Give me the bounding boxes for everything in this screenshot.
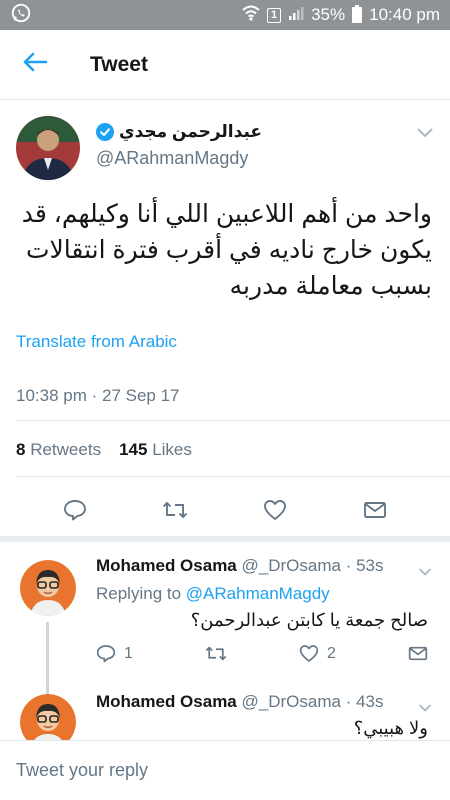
reply-dot: · [340,692,357,711]
reply-button[interactable] [55,492,95,528]
like-button[interactable] [255,492,295,528]
tweet-text: واحد من أهم اللاعبين اللي أنا وكيلهم، قد… [21,200,432,300]
retweets-stat[interactable]: 8 Retweets [16,440,101,460]
reply-age: 53s [356,556,384,575]
retweets-label: Retweets [30,440,102,459]
divider [16,420,450,421]
reply-composer [0,740,450,800]
page-title: Tweet [90,52,148,76]
retweet-icon [205,646,227,661]
envelope-icon [364,502,386,518]
reply-input[interactable] [16,760,416,781]
reply-text: صالح جمعة يا كابتن عبدالرحمن؟ [190,610,428,630]
reply-retweet-button[interactable] [205,645,227,662]
top-bar: Tweet [0,30,450,100]
status-left [10,2,32,29]
reply-reply-count: 1 [124,644,133,662]
author-avatar[interactable] [16,116,80,180]
reply-author-handle[interactable]: @_DrOsama [242,556,341,575]
reply-author-handle[interactable]: @_DrOsama [242,692,341,711]
reply-icon [96,645,116,663]
reply-author-name[interactable]: Mohamed Osama [96,692,237,711]
replying-prefix: Replying to [96,584,182,603]
heart-icon [299,645,319,662]
whatsapp-icon [10,2,32,29]
tweet-stats: 8 Retweets 145 Likes [16,440,192,460]
status-right: 1 35% 10:40 pm [242,5,440,26]
author-handle[interactable]: @ARahmanMagdy [96,148,400,169]
reply-dm-button[interactable] [408,645,428,662]
author-name[interactable]: عبدالرحمن مجدي [119,122,262,142]
translate-link[interactable]: Translate from Arabic [16,332,177,352]
share-dm-button[interactable] [355,492,395,528]
likes-label: Likes [152,440,192,459]
reply-icon [64,500,86,521]
reply-menu-chevron-icon[interactable] [418,700,432,712]
reply-header: Mohamed Osama @_DrOsama · 53s [96,556,430,576]
reply-header: Mohamed Osama @_DrOsama · 43s [96,692,430,712]
heart-icon [264,500,286,520]
reply-reply-button[interactable]: 1 [96,644,133,663]
tweet-menu-chevron-icon[interactable] [416,126,434,138]
likes-count: 145 [119,440,148,459]
reply-menu-chevron-icon[interactable] [418,564,432,576]
likes-stat[interactable]: 145 Likes [119,440,192,460]
clock: 10:40 pm [369,5,440,24]
sim-icon: 1 [266,7,282,23]
reply-text: ولا هبيبي؟ [353,718,428,738]
back-button[interactable] [0,30,70,100]
battery-icon [352,5,363,23]
envelope-icon [408,646,428,661]
tweet-actions [0,492,450,528]
thread-line [46,622,49,696]
retweet-icon [162,501,188,519]
retweet-button[interactable] [155,492,195,528]
divider [16,476,450,477]
back-arrow-icon [22,52,48,77]
author-name-row: عبدالرحمن مجدي [96,122,262,142]
replying-mention[interactable]: @ARahmanMagdy [186,584,330,603]
status-bar: 1 35% 10:40 pm [0,0,450,30]
reply-actions: 1 2 [96,644,428,663]
reply-like-button[interactable]: 2 [299,644,336,663]
battery-percent: 35% [311,5,346,24]
tweet-timestamp: 10:38 pm · 27 Sep 17 [16,386,180,405]
reply-author-name[interactable]: Mohamed Osama [96,556,237,575]
reply-age: 43s [356,692,384,711]
author-block: عبدالرحمن مجدي @ARahmanMagdy [96,122,400,169]
reply-like-count: 2 [327,644,336,662]
wifi-icon [242,5,260,26]
reply-dot: · [340,556,357,575]
signal-icon [288,5,304,26]
retweets-count: 8 [16,440,26,459]
reply-avatar[interactable] [20,560,76,616]
section-separator [0,536,450,542]
verified-badge-icon [96,123,114,141]
replying-to: Replying to @ARahmanMagdy [96,584,330,604]
